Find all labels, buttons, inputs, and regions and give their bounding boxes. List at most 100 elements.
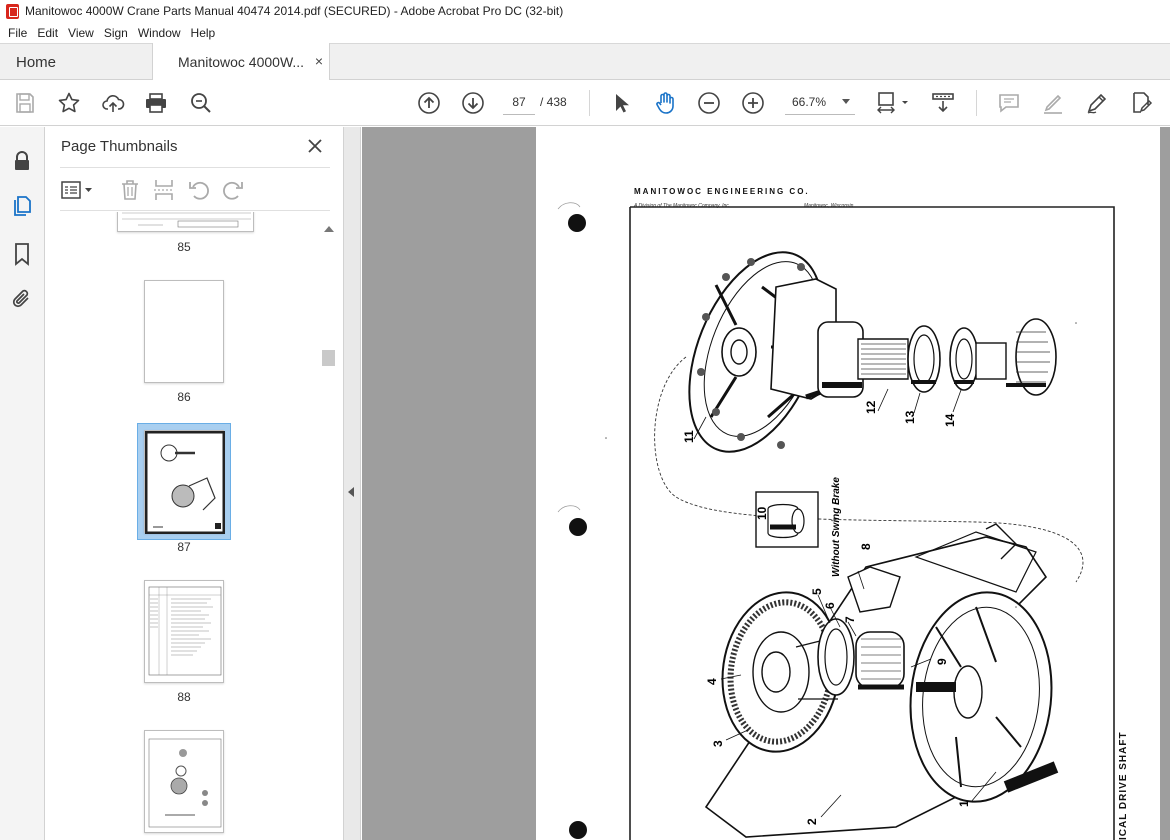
split-page-button[interactable] xyxy=(152,178,176,202)
zoom-search-icon xyxy=(191,93,211,113)
arrow-up-circle-icon xyxy=(418,92,440,114)
fill-sign-button[interactable] xyxy=(1129,91,1153,115)
cursor-arrow-icon xyxy=(616,94,629,113)
menu-sign[interactable]: Sign xyxy=(99,26,133,40)
window-title: Manitowoc 4000W Crane Parts Manual 40474… xyxy=(25,4,564,18)
parts-drawing: 11 12 13 14 10 Without Swing Brake 8 5 6… xyxy=(557,202,1115,840)
callout-label: 1 xyxy=(957,800,971,807)
scrollbar-thumb[interactable] xyxy=(322,350,335,366)
thumbnail-scrollbar[interactable] xyxy=(321,220,336,840)
split-page-icon xyxy=(154,180,174,200)
page-preview-image xyxy=(148,586,222,676)
delete-page-button[interactable] xyxy=(118,178,142,202)
thumbnail-page-number: 87 xyxy=(177,540,191,554)
rotate-left-button[interactable] xyxy=(187,178,211,202)
tab-close-button[interactable]: × xyxy=(315,53,323,69)
scroll-mode-button[interactable] xyxy=(931,91,955,115)
security-lock-button[interactable] xyxy=(10,149,34,173)
rotate-left-icon xyxy=(189,181,209,200)
attachments-button[interactable] xyxy=(10,287,34,311)
menu-view[interactable]: View xyxy=(63,26,99,40)
fit-page-button[interactable] xyxy=(876,91,912,115)
print-button[interactable] xyxy=(144,91,168,115)
printer-icon xyxy=(146,93,166,113)
menu-edit[interactable]: Edit xyxy=(32,26,63,40)
main-toolbar: / 438 66.7% xyxy=(0,80,1170,126)
thumbnail-page-number: 88 xyxy=(177,690,191,704)
close-icon xyxy=(308,139,322,153)
pen-sign-icon xyxy=(1087,93,1107,114)
comment-button[interactable] xyxy=(997,91,1021,115)
page-number-input[interactable] xyxy=(503,89,535,115)
plus-circle-icon xyxy=(742,92,764,114)
zoom-in-button[interactable] xyxy=(741,91,765,115)
find-button[interactable] xyxy=(189,91,213,115)
rotate-right-button[interactable] xyxy=(221,178,245,202)
thumbnail-page[interactable] xyxy=(117,212,254,232)
comment-icon xyxy=(999,94,1019,113)
select-tool-button[interactable] xyxy=(609,91,633,115)
previous-page-button[interactable] xyxy=(417,91,441,115)
next-page-button[interactable] xyxy=(461,91,485,115)
acrobat-app-icon xyxy=(6,3,19,19)
page-thumbnails-button[interactable] xyxy=(10,194,34,218)
thumbnail-page-number: 85 xyxy=(177,240,191,254)
highlight-button[interactable] xyxy=(1041,91,1065,115)
callout-label: 10 xyxy=(755,506,769,520)
document-viewport[interactable]: MANITOWOC ENGINEERING CO. A Division of … xyxy=(362,127,1170,840)
page-preview-image xyxy=(144,430,226,535)
zoom-out-button[interactable] xyxy=(697,91,721,115)
callout-label: 3 xyxy=(711,740,725,747)
panel-toolbar xyxy=(60,167,330,211)
callout-label: 2 xyxy=(805,818,819,825)
scroll-up-arrow-icon[interactable] xyxy=(324,226,334,232)
thumbnail-list[interactable]: 85 86 87 88 xyxy=(60,212,320,840)
bookmark-icon xyxy=(15,243,29,266)
save-button[interactable] xyxy=(13,91,37,115)
zoom-level-value: 66.7% xyxy=(792,94,827,109)
tab-document[interactable]: Manitowoc 4000W... × xyxy=(152,43,330,81)
document-side-title: ICAL DRIVE SHAFT xyxy=(1118,731,1129,840)
thumbnail-page-selected[interactable] xyxy=(144,430,226,535)
panel-title: Page Thumbnails xyxy=(61,138,178,155)
window-titlebar: Manitowoc 4000W Crane Parts Manual 40474… xyxy=(0,0,1170,22)
cloud-upload-icon xyxy=(102,95,125,112)
menu-help[interactable]: Help xyxy=(186,26,221,40)
hand-tool-button[interactable] xyxy=(653,91,677,115)
callout-label: 6 xyxy=(823,602,837,609)
page-preview-image xyxy=(148,738,222,828)
zoom-level-dropdown[interactable]: 66.7% xyxy=(785,89,855,115)
thumbnail-page[interactable] xyxy=(144,580,224,683)
paperclip-icon xyxy=(12,289,29,308)
collapse-left-arrow-icon xyxy=(348,487,354,497)
thumbnail-page[interactable] xyxy=(144,280,224,383)
callout-label: 11 xyxy=(682,430,696,443)
page-total-label: / 438 xyxy=(540,95,567,109)
lock-icon xyxy=(15,151,29,170)
save-icon xyxy=(16,93,34,113)
toolbar-divider xyxy=(976,90,977,116)
star-icon xyxy=(58,92,80,113)
bookmark-star-button[interactable] xyxy=(57,91,81,115)
sign-button[interactable] xyxy=(1085,91,1109,115)
upload-button[interactable] xyxy=(101,91,125,115)
bookmarks-button[interactable] xyxy=(10,242,34,266)
panel-collapse-handle[interactable] xyxy=(344,127,361,840)
panel-close-button[interactable] xyxy=(305,136,325,156)
callout-label: 7 xyxy=(843,616,857,623)
rotate-right-icon xyxy=(223,181,243,200)
menu-window[interactable]: Window xyxy=(133,26,186,40)
thumbnail-page[interactable] xyxy=(144,730,224,833)
callout-label: 12 xyxy=(864,400,878,414)
callout-label: 4 xyxy=(705,678,719,685)
tab-bar: Home Manitowoc 4000W... × xyxy=(0,43,1170,81)
page-preview-image xyxy=(122,212,251,228)
fit-page-icon xyxy=(877,92,908,114)
thumbnail-options-button[interactable] xyxy=(60,178,96,202)
thumbnails-panel: Page Thumbnails 85 86 87 88 xyxy=(45,127,344,840)
tab-home[interactable]: Home xyxy=(0,44,152,80)
tab-document-label: Manitowoc 4000W... xyxy=(178,54,305,70)
menu-file[interactable]: File xyxy=(3,26,32,40)
highlighter-icon xyxy=(1044,94,1062,114)
minus-circle-icon xyxy=(698,92,720,114)
